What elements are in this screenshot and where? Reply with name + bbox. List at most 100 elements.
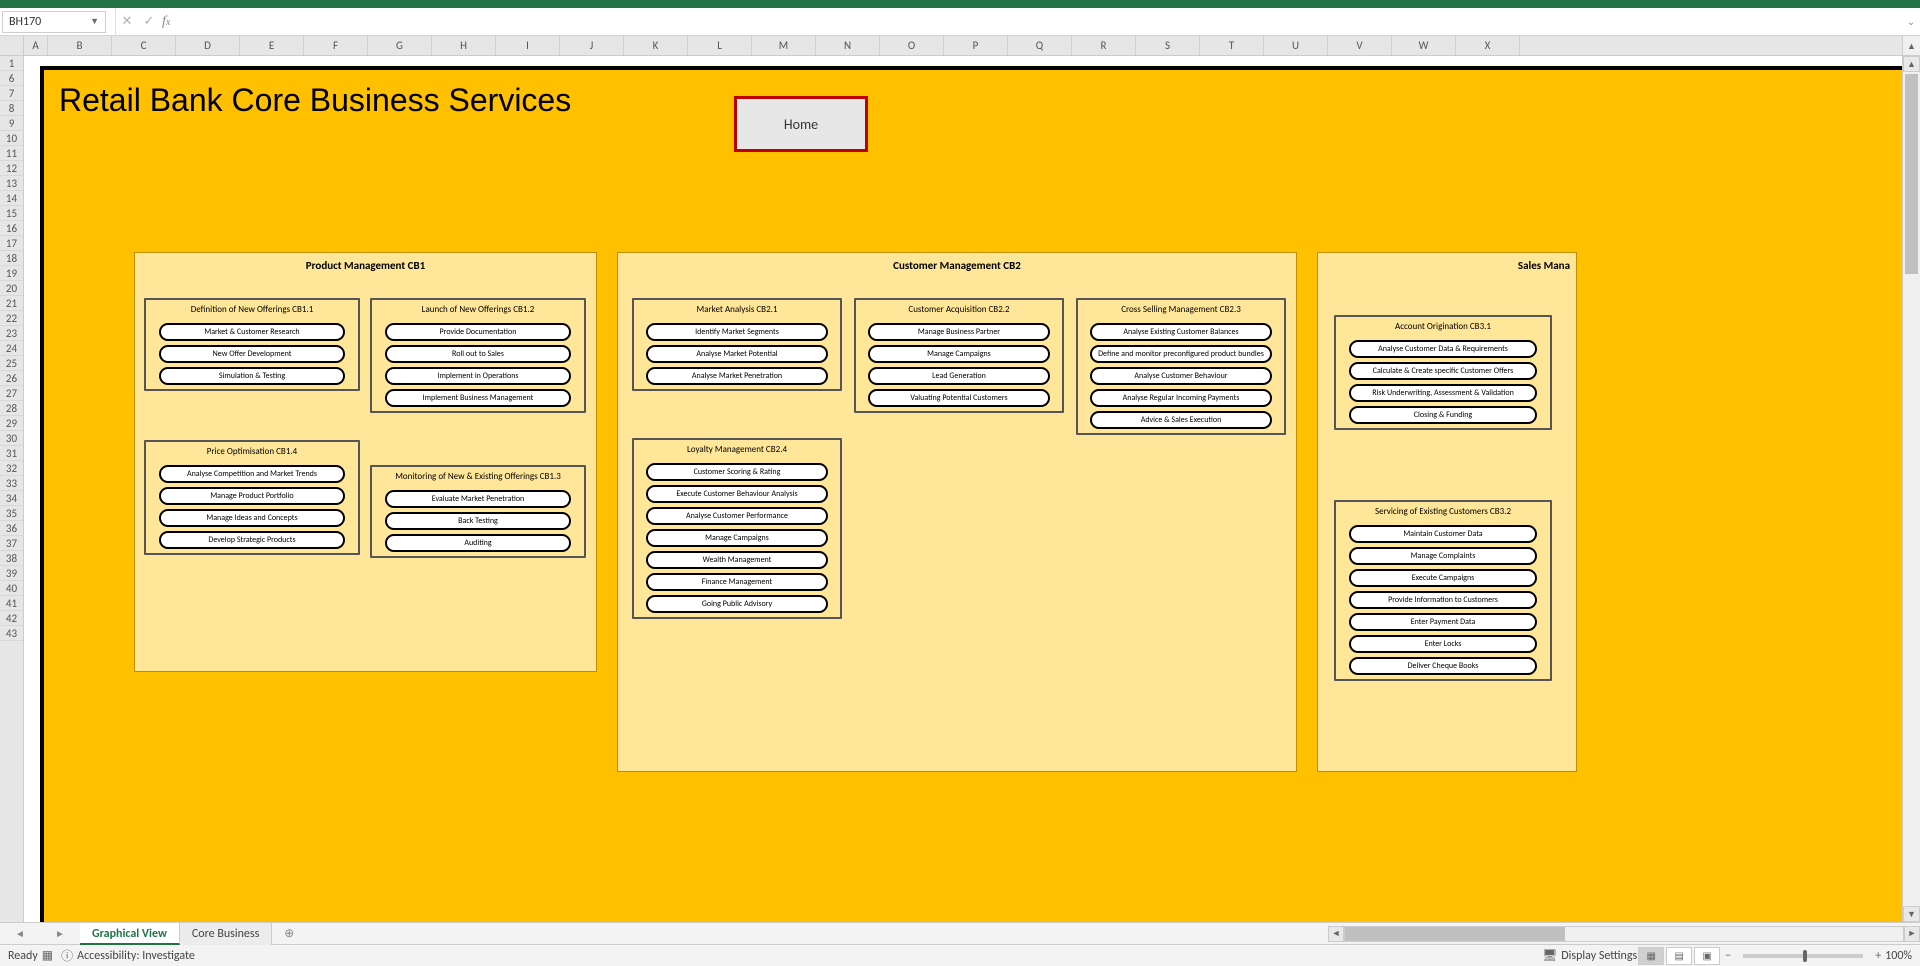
zoom-out-button[interactable]: − [1725,949,1731,963]
column-header[interactable]: A [24,36,48,55]
row-header[interactable]: 43 [0,626,23,641]
display-settings-icon[interactable]: 🖥 [1542,948,1557,963]
new-sheet-button[interactable]: ⊕ [272,923,296,945]
zoom-in-button[interactable]: + [1875,949,1881,963]
service-pill[interactable]: Auditing [385,534,572,552]
row-header[interactable]: 19 [0,266,23,281]
row-header[interactable]: 13 [0,176,23,191]
row-header[interactable]: 36 [0,521,23,536]
hscroll-right-button[interactable]: ► [1904,926,1920,942]
row-header[interactable]: 41 [0,596,23,611]
service-pill[interactable]: Manage Campaigns [646,529,827,547]
service-pill[interactable]: Deliver Cheque Books [1349,657,1537,675]
formula-bar-expand-button[interactable]: ⌄ [1902,15,1920,28]
service-pill[interactable]: Analyse Customer Data & Requirements [1349,340,1537,358]
row-header[interactable]: 21 [0,296,23,311]
row-header[interactable]: 32 [0,461,23,476]
service-pill[interactable]: Simulation & Testing [159,367,346,385]
column-header[interactable]: F [304,36,368,55]
page-break-view-button[interactable]: ▣ [1694,947,1720,965]
row-header[interactable]: 1 [0,56,23,71]
column-header[interactable]: H [432,36,496,55]
column-header[interactable]: U [1264,36,1328,55]
service-pill[interactable]: Manage Ideas and Concepts [159,509,346,527]
column-header[interactable]: L [688,36,752,55]
service-pill[interactable]: Define and monitor preconfigured product… [1090,345,1271,363]
service-pill[interactable]: Implement in Operations [385,367,572,385]
hscroll-thumb[interactable] [1345,927,1565,941]
service-pill[interactable]: Maintain Customer Data [1349,525,1537,543]
zoom-level[interactable]: 100% [1885,949,1912,963]
column-header[interactable]: T [1200,36,1264,55]
row-header[interactable]: 24 [0,341,23,356]
row-header[interactable]: 6 [0,71,23,86]
normal-view-button[interactable]: ▦ [1638,947,1664,965]
service-pill[interactable]: Analyse Competition and Market Trends [159,465,346,483]
service-pill[interactable]: Execute Campaigns [1349,569,1537,587]
service-pill[interactable]: Enter Payment Data [1349,613,1537,631]
scroll-up-button[interactable]: ▲ [1903,56,1920,72]
row-header[interactable]: 26 [0,371,23,386]
column-header[interactable]: N [816,36,880,55]
row-header[interactable]: 14 [0,191,23,206]
service-pill[interactable]: Manage Business Partner [868,323,1049,341]
row-header[interactable]: 39 [0,566,23,581]
vertical-scroll-thumb[interactable] [1905,74,1918,274]
tab-next-icon[interactable]: ► [55,927,65,940]
service-pill[interactable]: Customer Scoring & Rating [646,463,827,481]
formula-input[interactable] [176,11,1902,33]
name-box-dropdown-icon[interactable]: ▼ [90,16,99,27]
cancel-formula-button[interactable]: ✕ [116,11,138,33]
hscroll-track[interactable] [1344,926,1904,942]
column-header[interactable]: C [112,36,176,55]
service-pill[interactable]: Manage Campaigns [868,345,1049,363]
row-header[interactable]: 20 [0,281,23,296]
column-header[interactable]: S [1136,36,1200,55]
service-pill[interactable]: Identify Market Segments [646,323,827,341]
tab-nav-buttons[interactable]: ◄ ► [0,927,80,940]
row-header[interactable]: 30 [0,431,23,446]
column-header[interactable]: W [1392,36,1456,55]
service-pill[interactable]: Calculate & Create specific Customer Off… [1349,362,1537,380]
service-pill[interactable]: Manage Product Portfolio [159,487,346,505]
column-header[interactable]: R [1072,36,1136,55]
column-scroll-up-icon[interactable]: ▲ [1902,36,1920,55]
column-header[interactable]: K [624,36,688,55]
service-pill[interactable]: Analyse Existing Customer Balances [1090,323,1271,341]
row-header[interactable]: 35 [0,506,23,521]
select-all-corner[interactable] [0,36,24,55]
row-header[interactable]: 28 [0,401,23,416]
column-header[interactable]: O [880,36,944,55]
insert-function-button[interactable]: fx [162,14,170,30]
row-header[interactable]: 25 [0,356,23,371]
row-header[interactable]: 10 [0,131,23,146]
service-pill[interactable]: Analyse Market Potential [646,345,827,363]
column-header[interactable]: Q [1008,36,1072,55]
service-pill[interactable]: Analyse Customer Performance [646,507,827,525]
scroll-down-button[interactable]: ▼ [1903,906,1920,922]
display-settings-label[interactable]: Display Settings [1561,949,1637,963]
row-header[interactable]: 38 [0,551,23,566]
service-pill[interactable]: Manage Complaints [1349,547,1537,565]
tab-prev-icon[interactable]: ◄ [15,927,25,940]
service-pill[interactable]: Going Public Advisory [646,595,827,613]
worksheet-canvas[interactable]: Retail Bank Core Business Services Home … [24,56,1920,922]
service-pill[interactable]: Enter Locks [1349,635,1537,653]
service-pill[interactable]: Provide Documentation [385,323,572,341]
row-header[interactable]: 8 [0,101,23,116]
enter-formula-button[interactable]: ✓ [138,11,160,33]
hscroll-left-button[interactable]: ◄ [1328,926,1344,942]
service-pill[interactable]: Analyse Market Penetration [646,367,827,385]
column-header[interactable]: J [560,36,624,55]
service-pill[interactable]: Closing & Funding [1349,406,1537,424]
service-pill[interactable]: Provide Information to Customers [1349,591,1537,609]
row-header[interactable]: 22 [0,311,23,326]
row-header[interactable]: 23 [0,326,23,341]
horizontal-scrollbar[interactable]: ◄ ► [1328,925,1920,943]
row-header[interactable]: 37 [0,536,23,551]
row-header[interactable]: 9 [0,116,23,131]
zoom-slider[interactable] [1743,954,1863,958]
vertical-scrollbar[interactable]: ▲ ▼ [1902,56,1920,922]
service-pill[interactable]: Roll out to Sales [385,345,572,363]
row-header[interactable]: 17 [0,236,23,251]
